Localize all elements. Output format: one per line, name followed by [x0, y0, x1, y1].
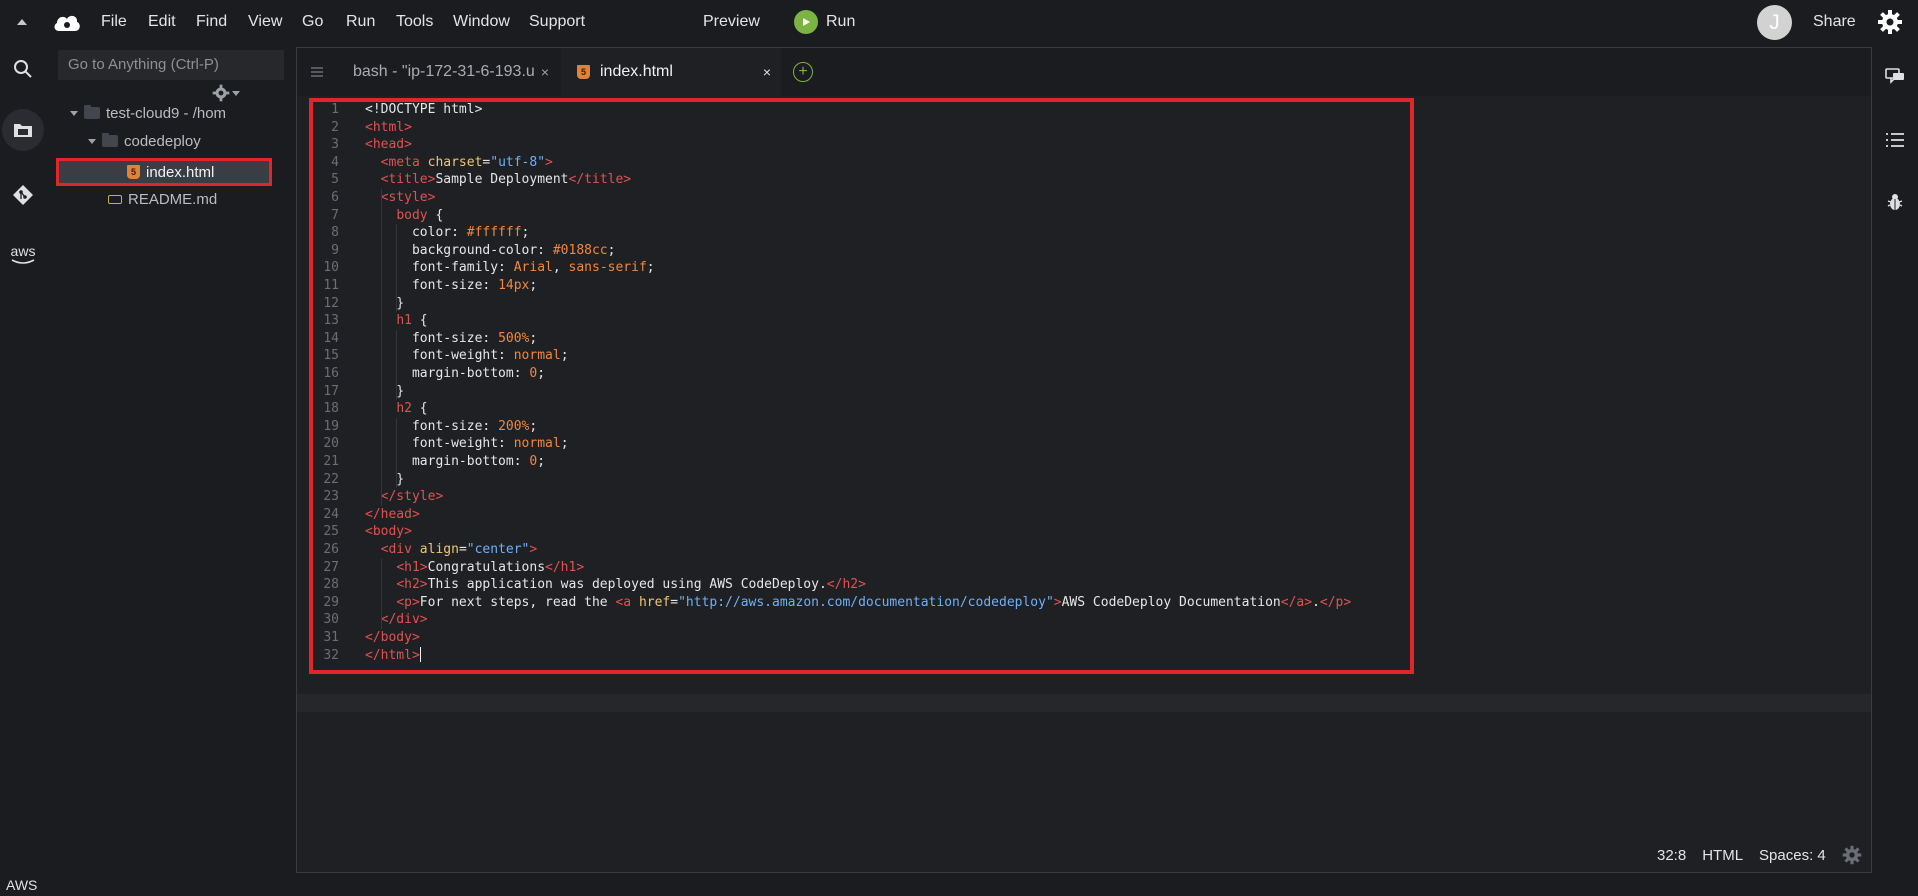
folder-icon — [102, 133, 118, 147]
cloud9-logo[interactable] — [52, 0, 82, 44]
svg-text:aws: aws — [11, 244, 36, 259]
hamburger-icon — [311, 67, 323, 77]
avatar[interactable]: J — [1757, 5, 1792, 40]
chevron-up-icon — [17, 19, 27, 25]
tree-item-label: codedeploy — [124, 132, 201, 150]
bug-icon — [1887, 194, 1903, 210]
gear-icon[interactable] — [1842, 845, 1862, 865]
editor-pane: bash - "ip-172-31-6-193.u × 5 index.html… — [296, 47, 1872, 873]
add-tab-icon[interactable]: + — [793, 62, 813, 82]
chevron-down-icon — [70, 110, 78, 116]
active-line-highlight — [297, 694, 1871, 712]
aws-logo-icon: aws — [11, 244, 36, 264]
tree-item-label: test-cloud9 - /hom — [106, 104, 227, 122]
status-bar: 32:8 HTML Spaces: 4 — [1657, 845, 1862, 865]
tree-item-readme[interactable]: README.md — [108, 187, 217, 211]
outline-list-icon — [1886, 133, 1904, 147]
run-button[interactable]: Run — [794, 10, 855, 34]
cursor-position[interactable]: 32:8 — [1657, 847, 1686, 864]
collaborate-button[interactable] — [1872, 56, 1918, 96]
aws-status-label: AWS — [6, 877, 38, 893]
git-icon — [13, 185, 33, 205]
run-label: Run — [826, 13, 856, 30]
cloud9-logo-icon — [54, 15, 80, 31]
tree-item-index-html[interactable]: 5 index.html — [56, 158, 272, 186]
chevron-down-icon — [232, 90, 240, 96]
folder-icon — [84, 105, 100, 119]
tree-settings-button[interactable] — [212, 84, 240, 102]
markdown-file-icon — [108, 194, 122, 204]
file-tree-panel: Go to Anything (Ctrl-P) test-cloud9 - /h… — [46, 44, 296, 896]
outline-button[interactable] — [1872, 120, 1918, 160]
preferences-button[interactable] — [1877, 0, 1903, 44]
files-button[interactable] — [2, 109, 44, 151]
activity-bar: aws — [0, 44, 46, 896]
menu-view[interactable]: View — [248, 0, 282, 44]
preview-button[interactable]: Preview — [703, 0, 760, 44]
tab-index-html[interactable]: 5 index.html × — [561, 48, 781, 96]
tree-item-codedeploy[interactable]: codedeploy — [88, 129, 201, 153]
menu-go[interactable]: Go — [302, 0, 323, 44]
share-button[interactable]: Share — [1813, 0, 1856, 44]
chat-icon — [1885, 68, 1904, 84]
menu-edit[interactable]: Edit — [148, 0, 176, 44]
menu-window[interactable]: Window — [453, 0, 510, 44]
tree-item-label: README.md — [128, 190, 218, 208]
menu-support[interactable]: Support — [529, 0, 585, 44]
tree-item-root[interactable]: test-cloud9 - /hom — [70, 101, 226, 125]
menu-find[interactable]: Find — [196, 0, 227, 44]
goto-anything-input[interactable]: Go to Anything (Ctrl-P) — [58, 50, 284, 80]
search-icon — [14, 60, 32, 78]
close-icon[interactable]: × — [763, 64, 771, 80]
language-mode[interactable]: HTML — [1702, 847, 1743, 864]
right-panel-bar — [1872, 44, 1918, 896]
chevron-down-icon — [88, 138, 96, 144]
code-highlight-box — [309, 98, 1414, 674]
play-icon — [794, 10, 818, 34]
tab-bar: bash - "ip-172-31-6-193.u × 5 index.html… — [297, 48, 1871, 96]
gear-icon — [212, 84, 230, 102]
collapse-menu-button[interactable] — [14, 0, 30, 44]
indent-setting[interactable]: Spaces: 4 — [1759, 847, 1826, 864]
tree-item-label: index.html — [146, 163, 215, 181]
code-editor[interactable]: 1 2 3 4 5 6 7 8 9 10 11 12 13 14 15 16 17 18 19 20 21 22 23 24 2… — [297, 96, 1871, 872]
menu-bar: File Edit Find View Go Run Tools Window … — [0, 0, 1918, 44]
close-icon[interactable]: × — [541, 64, 549, 80]
tab-menu-button[interactable] — [297, 48, 337, 96]
tab-bash[interactable]: bash - "ip-172-31-6-193.u × — [337, 48, 559, 96]
tab-label: index.html — [600, 63, 673, 80]
search-button[interactable] — [0, 46, 46, 92]
menu-tools[interactable]: Tools — [396, 0, 433, 44]
git-button[interactable] — [0, 172, 46, 218]
html-file-icon: 5 — [577, 65, 590, 79]
aws-toolkit-button[interactable]: aws — [0, 233, 46, 279]
gear-icon — [1878, 10, 1902, 34]
html-file-icon: 5 — [127, 165, 140, 179]
menu-run[interactable]: Run — [346, 0, 375, 44]
folder-icon — [14, 124, 32, 137]
menu-file[interactable]: File — [101, 0, 127, 44]
tab-label: bash - "ip-172-31-6-193.u — [353, 63, 535, 80]
debugger-button[interactable] — [1872, 182, 1918, 222]
